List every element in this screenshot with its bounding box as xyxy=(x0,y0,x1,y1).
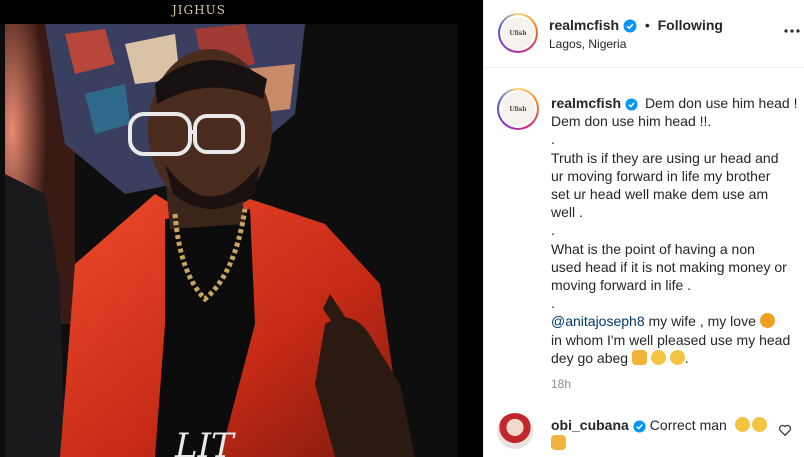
caption-dot-3: . xyxy=(551,295,555,312)
grinning-emoji-icon xyxy=(650,349,666,365)
caption-p3-line-1: my wife , my love xyxy=(644,313,760,330)
caption-text: realmcfish Dem don use him head ! Dem do… xyxy=(551,94,799,367)
more-options-icon[interactable] xyxy=(784,23,800,39)
caption-p1-line-4: well . xyxy=(551,204,583,221)
caption-verified-badge-icon xyxy=(625,98,638,111)
post-photo: LIT xyxy=(5,24,457,457)
post-media[interactable]: JIGHUS LIT xyxy=(0,0,483,457)
media-top-bar: JIGHUS xyxy=(0,0,483,24)
comment-item: obi_cubana Correct man xyxy=(551,416,771,452)
caption-p3-end: . xyxy=(684,349,689,366)
caption-dot-2: . xyxy=(551,222,555,239)
mention-link[interactable]: @anitajoseph8 xyxy=(551,313,645,329)
clap-emoji-icon xyxy=(551,435,566,450)
caption-p2-line-1: What is the point of having a non xyxy=(551,240,755,257)
post-location[interactable]: Lagos, Nigeria xyxy=(549,37,626,51)
svg-text:LIT: LIT xyxy=(174,426,236,457)
commenter-username[interactable]: obi_cubana xyxy=(551,417,629,433)
caption-p1-line-2: ur moving forward in life my brother xyxy=(551,167,771,184)
post-side-panel: Ufish realmcfish • Following Lagos, Nige… xyxy=(483,0,804,457)
caption-username[interactable]: realmcfish xyxy=(551,95,621,111)
media-side-strip xyxy=(457,24,483,457)
caption-p3-line-3: dey go abeg xyxy=(551,349,632,366)
rofl-emoji-icon xyxy=(751,417,767,432)
verified-badge-icon xyxy=(623,19,637,33)
commenter-avatar[interactable] xyxy=(497,413,533,449)
caption-dot-1: . xyxy=(551,131,555,148)
caption-p2-line-2: used head if it is not making money or xyxy=(551,258,787,275)
grinning-emoji-icon-2 xyxy=(669,349,685,365)
caption-avatar-logo-text: Ufish xyxy=(509,105,527,113)
following-button[interactable]: Following xyxy=(658,17,723,33)
praying-hands-emoji-icon xyxy=(631,349,647,365)
caption-author-avatar[interactable]: Ufish xyxy=(497,88,539,130)
caption-p1-line-3: set ur head well make dem use am xyxy=(551,186,769,203)
laughing-emoji-icon xyxy=(734,417,750,432)
watermark-text: JIGHUS xyxy=(172,3,226,17)
comment-text: Correct man xyxy=(649,417,727,433)
caption-p3-line-2: in whom I'm well pleased use my head xyxy=(551,331,791,348)
heart-eyes-emoji-icon xyxy=(759,313,775,329)
heart-icon[interactable] xyxy=(778,423,792,437)
post-timestamp[interactable]: 18h xyxy=(551,377,571,391)
commenter-verified-badge-icon xyxy=(633,420,646,433)
avatar-logo-text: Ufish xyxy=(509,29,527,37)
header-separator: • xyxy=(644,17,650,33)
caption-p1-line-1: Truth is if they are using ur head and xyxy=(551,149,779,166)
caption-line-1: Dem don use him head ! xyxy=(644,95,798,111)
caption-p2-line-3: moving forward in life . xyxy=(551,277,692,294)
author-avatar[interactable]: Ufish xyxy=(498,13,538,53)
author-username[interactable]: realmcfish xyxy=(549,17,619,33)
post-header: Ufish realmcfish • Following Lagos, Nige… xyxy=(484,0,804,68)
caption-line-2: Dem don use him head !!. xyxy=(551,113,712,130)
